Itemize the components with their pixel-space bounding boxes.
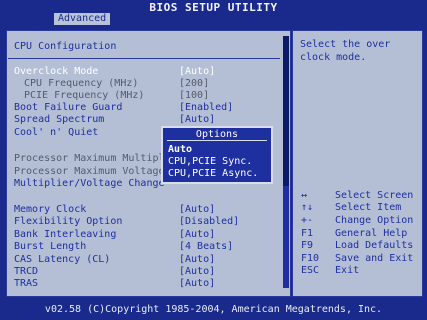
pcie-frequency-label: PCIE Frequency (MHz)	[24, 90, 145, 101]
cpu-frequency-value: [200]	[179, 78, 210, 89]
key-legend-load-defaults: F9 Load Defaults	[301, 240, 413, 252]
key-legend-save-exit: F10 Save and Exit	[301, 253, 413, 265]
boot-failure-guard-label[interactable]: Boot Failure Guard	[14, 102, 122, 114]
option-cpu-pcie-sync[interactable]: CPU,PCIE Sync.	[168, 156, 252, 168]
multiplier-voltage-change-label[interactable]: Multiplier/Voltage Change	[14, 178, 165, 190]
overclock-mode-value[interactable]: [Auto]	[179, 66, 215, 78]
key-action: General Help	[335, 228, 408, 239]
cool-n-quiet-label[interactable]: Cool' n' Quiet	[14, 127, 98, 139]
key-label: F9	[301, 240, 314, 251]
key-legend-select-item: ↑↓ Select Item	[301, 202, 401, 214]
burst-length-value[interactable]: [4 Beats]	[179, 241, 233, 253]
cpu-frequency-label: CPU Frequency (MHz)	[24, 78, 139, 89]
pcie-frequency-value: [100]	[179, 90, 210, 101]
trcd-value[interactable]: [Auto]	[179, 266, 215, 278]
option-auto[interactable]: Auto	[168, 144, 192, 156]
tab-advanced[interactable]: Advanced	[54, 13, 111, 25]
key-label: ESC	[301, 265, 320, 276]
processor-max-multiplier-label: Processor Maximum Multiplie	[14, 153, 177, 164]
tras-label[interactable]: TRAS	[14, 278, 38, 290]
key-action: Exit	[335, 265, 360, 276]
popup-divider	[167, 140, 267, 141]
key-label: F10	[301, 253, 320, 264]
section-divider	[8, 58, 280, 59]
arrow-left-right-icon: ↔	[301, 190, 308, 201]
key-legend-general-help: F1 General Help	[301, 228, 407, 240]
section-title: CPU Configuration	[14, 41, 117, 52]
key-action: Select Screen	[335, 190, 414, 201]
key-label: F1	[301, 228, 314, 239]
memory-clock-value[interactable]: [Auto]	[179, 204, 215, 216]
cas-latency-value[interactable]: [Auto]	[179, 254, 215, 266]
key-legend-change-option: +- Change Option	[301, 215, 413, 227]
scrollbar-thumb[interactable]	[283, 36, 289, 186]
tras-value[interactable]: [Auto]	[179, 278, 215, 290]
key-action: Select Item	[335, 202, 402, 213]
popup-title: Options	[195, 129, 239, 140]
copyright-text: v02.58 (C)Copyright 1985-2004, American …	[44, 304, 383, 315]
scrollbar[interactable]	[283, 36, 289, 288]
help-text: Select the over clock mode.	[300, 39, 391, 63]
bank-interleaving-label[interactable]: Bank Interleaving	[14, 229, 116, 241]
spread-spectrum-label[interactable]: Spread Spectrum	[14, 114, 104, 126]
key-action: Change Option	[335, 215, 414, 226]
flexibility-option-label[interactable]: Flexibility Option	[14, 216, 122, 228]
trcd-label[interactable]: TRCD	[14, 266, 38, 278]
key-action: Save and Exit	[335, 253, 414, 264]
top-bar: BIOS SETUP UTILITY Advanced	[0, 0, 427, 25]
processor-max-voltage-label: Processor Maximum Voltage	[14, 166, 165, 177]
cas-latency-label[interactable]: CAS Latency (CL)	[14, 254, 110, 266]
overclock-mode-label[interactable]: Overclock Mode	[14, 66, 98, 78]
memory-clock-label[interactable]: Memory Clock	[14, 204, 86, 216]
flexibility-option-value[interactable]: [Disabled]	[179, 216, 239, 228]
bank-interleaving-value[interactable]: [Auto]	[179, 229, 215, 241]
key-legend-exit: ESC Exit	[301, 265, 359, 277]
option-cpu-pcie-async[interactable]: CPU,PCIE Async.	[168, 168, 258, 180]
boot-failure-guard-value[interactable]: [Enabled]	[179, 102, 233, 114]
options-popup: Options Auto CPU,PCIE Sync. CPU,PCIE Asy…	[161, 126, 273, 184]
burst-length-label[interactable]: Burst Length	[14, 241, 86, 253]
spread-spectrum-value[interactable]: [Auto]	[179, 114, 215, 126]
arrow-up-down-icon: ↑↓	[301, 202, 314, 213]
key-action: Load Defaults	[335, 240, 414, 251]
footer-bar: v02.58 (C)Copyright 1985-2004, American …	[0, 301, 427, 320]
plus-minus-icon: +-	[301, 215, 314, 226]
key-legend-select-screen: ↔ Select Screen	[301, 190, 413, 202]
